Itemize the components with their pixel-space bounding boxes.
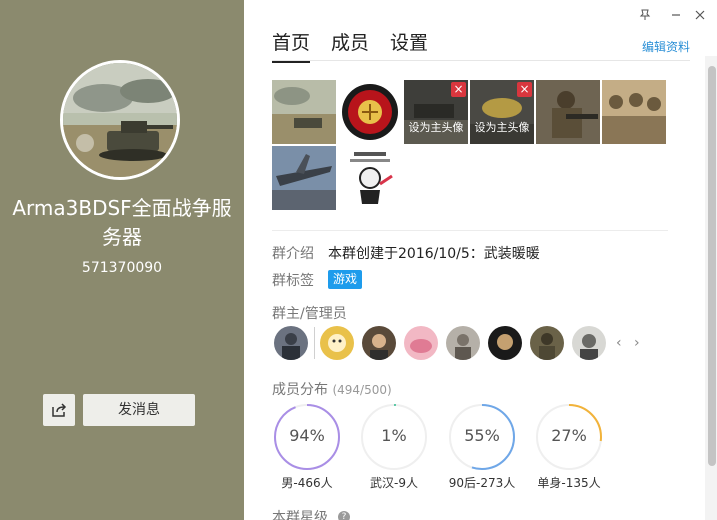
group-avatar[interactable] [60, 60, 180, 180]
admin-avatar[interactable] [362, 326, 396, 360]
avatar-image [530, 326, 564, 360]
group-avatar-image [63, 63, 177, 177]
avatar-image [446, 326, 480, 360]
ring-label: 男-466人 [281, 476, 333, 490]
photo-image [536, 80, 600, 144]
distribution-count: (494/500) [332, 383, 392, 397]
group-photo[interactable]: 设为主头像 × [404, 80, 468, 144]
owner-separator [314, 327, 315, 359]
share-icon [52, 403, 67, 417]
section-divider [272, 230, 668, 231]
close-icon [695, 10, 705, 20]
group-id: 571370090 [81, 260, 163, 276]
distribution-ring: 27% [534, 402, 604, 472]
rating-label: 本群星级 [272, 510, 328, 520]
avatar-image [488, 326, 522, 360]
ring-percent: 27% [551, 426, 587, 445]
distribution-ring: 55% [447, 402, 517, 472]
ring-percent: 1% [381, 426, 407, 445]
group-photo[interactable] [338, 80, 402, 144]
admin-avatar[interactable] [404, 326, 438, 360]
scrollbar-thumb[interactable] [708, 66, 716, 466]
photo-image [338, 146, 402, 210]
group-name: Arma3BDSF全面战争服务器 [12, 196, 232, 249]
admin-avatar[interactable] [446, 326, 480, 360]
ring-percent: 94% [289, 426, 325, 445]
group-photo[interactable] [272, 146, 336, 210]
admin-avatar[interactable] [320, 326, 354, 360]
group-photo[interactable] [338, 146, 402, 210]
main-tabs: 首页 成员 设置 [272, 28, 449, 63]
admins-label: 群主/管理员 [272, 306, 347, 322]
chevron-right-icon[interactable]: › [634, 335, 640, 351]
set-main-avatar-label[interactable]: 设为主头像 [404, 119, 468, 135]
remove-photo-icon[interactable]: × [517, 82, 532, 97]
edit-profile-link[interactable]: 编辑资料 [642, 38, 690, 55]
ring-label: 单身-135人 [537, 476, 601, 490]
distribution-ring: 94% [272, 402, 342, 472]
close-button[interactable] [692, 7, 708, 23]
minimize-icon [672, 14, 680, 16]
chevron-left-icon[interactable]: ‹ [616, 335, 622, 351]
photo-image [338, 80, 402, 144]
minimize-button[interactable] [668, 7, 684, 23]
ring-label: 90后-273人 [448, 476, 516, 490]
admin-avatar[interactable] [274, 326, 308, 360]
pin-button[interactable] [637, 7, 653, 23]
tag-badge[interactable]: 游戏 [328, 270, 363, 289]
group-photo[interactable] [602, 80, 666, 144]
help-icon[interactable]: ? [338, 511, 350, 520]
ring-label: 武汉-9人 [370, 476, 418, 490]
admin-avatar[interactable] [488, 326, 522, 360]
group-photo[interactable] [536, 80, 600, 144]
tabs-divider [272, 60, 690, 61]
ring-percent: 55% [464, 426, 500, 445]
tab-members[interactable]: 成员 [331, 28, 369, 61]
pin-icon [639, 9, 651, 20]
tags-label: 群标签 [272, 273, 314, 289]
send-message-button[interactable]: 发消息 [83, 394, 195, 426]
admin-avatar[interactable] [530, 326, 564, 360]
tab-settings[interactable]: 设置 [390, 28, 428, 61]
photo-image [272, 146, 336, 210]
avatar-image [572, 326, 606, 360]
tab-home[interactable]: 首页 [272, 28, 311, 63]
avatar-image [274, 326, 308, 360]
avatar-image [362, 326, 396, 360]
share-button[interactable] [43, 394, 75, 426]
avatar-image [404, 326, 438, 360]
set-main-avatar-label[interactable]: 设为主头像 [470, 119, 534, 135]
distribution-label: 成员分布 (494/500) [272, 379, 392, 399]
group-profile-panel: Arma3BDSF全面战争服务器 571370090 发消息 [0, 0, 244, 520]
admin-avatar[interactable] [572, 326, 606, 360]
group-photo[interactable] [272, 80, 336, 144]
photo-image [602, 80, 666, 144]
avatar-image [320, 326, 354, 360]
remove-photo-icon[interactable]: × [451, 82, 466, 97]
intro-label: 群介绍 [272, 246, 314, 262]
intro-value: 本群创建于2016/10/5：武装暖暖 [328, 246, 540, 262]
distribution-ring: 1% [359, 402, 429, 472]
distribution-title: 成员分布 [272, 382, 328, 398]
photo-image [272, 80, 336, 144]
group-photo[interactable]: 设为主头像 × [470, 80, 534, 144]
